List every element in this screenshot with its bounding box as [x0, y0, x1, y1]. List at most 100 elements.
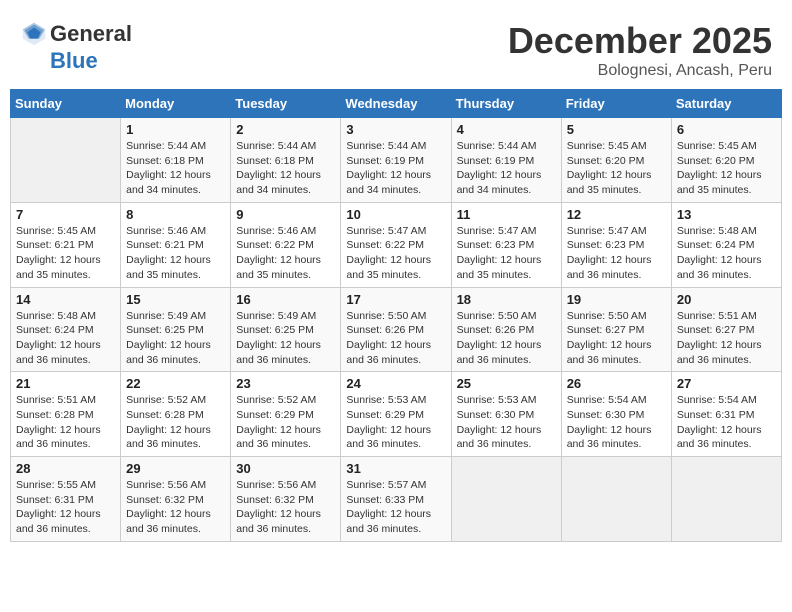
day-info: Sunrise: 5:55 AM Sunset: 6:31 PM Dayligh…: [16, 478, 115, 537]
day-info: Sunrise: 5:48 AM Sunset: 6:24 PM Dayligh…: [16, 309, 115, 368]
calendar-cell: 31 Sunrise: 5:57 AM Sunset: 6:33 PM Dayli…: [341, 457, 451, 542]
calendar-week-row: 21Sunrise: 5:51 AM Sunset: 6:28 PM Dayli…: [11, 372, 782, 457]
day-info: Sunrise: 5:51 AM Sunset: 6:28 PM Dayligh…: [16, 393, 115, 452]
day-number: 13: [677, 207, 776, 222]
day-info: Sunrise: 5:54 AM Sunset: 6:31 PM Dayligh…: [677, 393, 776, 452]
calendar-cell: [561, 457, 671, 542]
calendar-week-row: 14 Sunrise: 5:48 AM Sunset: 6:24 PM Dayli…: [11, 287, 782, 372]
calendar-week-row: 28Sunrise: 5:55 AM Sunset: 6:31 PM Dayli…: [11, 457, 782, 542]
day-info: Sunrise: 5:48 AM Sunset: 6:24 PM Dayligh…: [677, 224, 776, 283]
calendar-cell: 24Sunrise: 5:53 AM Sunset: 6:29 PM Dayli…: [341, 372, 451, 457]
calendar-cell: 12 Sunrise: 5:47 AM Sunset: 6:23 PM Dayli…: [561, 202, 671, 287]
day-number: 19: [567, 292, 666, 307]
day-number: 24: [346, 376, 445, 391]
day-number: 10: [346, 207, 445, 222]
day-info: Sunrise: 5:49 AM Sunset: 6:25 PM Dayligh…: [126, 309, 225, 368]
calendar-cell: 3Sunrise: 5:44 AM Sunset: 6:19 PM Daylig…: [341, 118, 451, 203]
calendar-cell: 13 Sunrise: 5:48 AM Sunset: 6:24 PM Dayli…: [671, 202, 781, 287]
calendar-cell: 28Sunrise: 5:55 AM Sunset: 6:31 PM Dayli…: [11, 457, 121, 542]
calendar-cell: 8 Sunrise: 5:46 AM Sunset: 6:21 PM Daylig…: [121, 202, 231, 287]
day-number: 27: [677, 376, 776, 391]
day-number: 8: [126, 207, 225, 222]
calendar-cell: [11, 118, 121, 203]
day-number: 15: [126, 292, 225, 307]
day-info: Sunrise: 5:47 AM Sunset: 6:22 PM Dayligh…: [346, 224, 445, 283]
calendar-cell: [451, 457, 561, 542]
title-block: December 2025 Bolognesi, Ancash, Peru: [508, 20, 772, 80]
day-info: Sunrise: 5:50 AM Sunset: 6:26 PM Dayligh…: [346, 309, 445, 368]
day-number: 18: [457, 292, 556, 307]
day-number: 20: [677, 292, 776, 307]
calendar-week-row: 1 Sunrise: 5:44 AM Sunset: 6:18 PM Daylig…: [11, 118, 782, 203]
calendar-cell: 16Sunrise: 5:49 AM Sunset: 6:25 PM Dayli…: [231, 287, 341, 372]
weekday-header-friday: Friday: [561, 90, 671, 118]
calendar-cell: 2Sunrise: 5:44 AM Sunset: 6:18 PM Daylig…: [231, 118, 341, 203]
day-info: Sunrise: 5:49 AM Sunset: 6:25 PM Dayligh…: [236, 309, 335, 368]
day-number: 12: [567, 207, 666, 222]
calendar-cell: 9Sunrise: 5:46 AM Sunset: 6:22 PM Daylig…: [231, 202, 341, 287]
day-info: Sunrise: 5:56 AM Sunset: 6:32 PM Dayligh…: [126, 478, 225, 537]
weekday-header-tuesday: Tuesday: [231, 90, 341, 118]
day-info: Sunrise: 5:47 AM Sunset: 6:23 PM Dayligh…: [457, 224, 556, 283]
logo-text-general: General: [50, 21, 132, 47]
calendar-cell: 21Sunrise: 5:51 AM Sunset: 6:28 PM Dayli…: [11, 372, 121, 457]
calendar-cell: 27 Sunrise: 5:54 AM Sunset: 6:31 PM Dayli…: [671, 372, 781, 457]
day-number: 14: [16, 292, 115, 307]
day-number: 22: [126, 376, 225, 391]
day-info: Sunrise: 5:54 AM Sunset: 6:30 PM Dayligh…: [567, 393, 666, 452]
weekday-header-wednesday: Wednesday: [341, 90, 451, 118]
day-info: Sunrise: 5:53 AM Sunset: 6:30 PM Dayligh…: [457, 393, 556, 452]
calendar-cell: 5Sunrise: 5:45 AM Sunset: 6:20 PM Daylig…: [561, 118, 671, 203]
calendar-cell: 26 Sunrise: 5:54 AM Sunset: 6:30 PM Dayli…: [561, 372, 671, 457]
day-number: 26: [567, 376, 666, 391]
day-number: 11: [457, 207, 556, 222]
day-number: 23: [236, 376, 335, 391]
day-number: 6: [677, 122, 776, 137]
calendar-table: SundayMondayTuesdayWednesdayThursdayFrid…: [10, 89, 782, 542]
day-info: Sunrise: 5:56 AM Sunset: 6:32 PM Dayligh…: [236, 478, 335, 537]
calendar-cell: 11 Sunrise: 5:47 AM Sunset: 6:23 PM Dayli…: [451, 202, 561, 287]
logo: General Blue: [20, 20, 132, 74]
day-number: 2: [236, 122, 335, 137]
calendar-cell: 17 Sunrise: 5:50 AM Sunset: 6:26 PM Dayli…: [341, 287, 451, 372]
day-number: 3: [346, 122, 445, 137]
day-info: Sunrise: 5:52 AM Sunset: 6:28 PM Dayligh…: [126, 393, 225, 452]
calendar-cell: 25Sunrise: 5:53 AM Sunset: 6:30 PM Dayli…: [451, 372, 561, 457]
location-subtitle: Bolognesi, Ancash, Peru: [508, 62, 772, 80]
calendar-cell: 14 Sunrise: 5:48 AM Sunset: 6:24 PM Dayli…: [11, 287, 121, 372]
calendar-cell: 23 Sunrise: 5:52 AM Sunset: 6:29 PM Dayli…: [231, 372, 341, 457]
day-number: 17: [346, 292, 445, 307]
day-info: Sunrise: 5:44 AM Sunset: 6:19 PM Dayligh…: [457, 139, 556, 198]
calendar-cell: 4Sunrise: 5:44 AM Sunset: 6:19 PM Daylig…: [451, 118, 561, 203]
month-title: December 2025: [508, 20, 772, 62]
page-header: General Blue December 2025 Bolognesi, An…: [10, 10, 782, 85]
day-info: Sunrise: 5:45 AM Sunset: 6:20 PM Dayligh…: [677, 139, 776, 198]
calendar-cell: 22 Sunrise: 5:52 AM Sunset: 6:28 PM Dayli…: [121, 372, 231, 457]
calendar-cell: 7 Sunrise: 5:45 AM Sunset: 6:21 PM Daylig…: [11, 202, 121, 287]
day-info: Sunrise: 5:50 AM Sunset: 6:26 PM Dayligh…: [457, 309, 556, 368]
day-info: Sunrise: 5:52 AM Sunset: 6:29 PM Dayligh…: [236, 393, 335, 452]
day-number: 31: [346, 461, 445, 476]
day-number: 30: [236, 461, 335, 476]
calendar-week-row: 7 Sunrise: 5:45 AM Sunset: 6:21 PM Daylig…: [11, 202, 782, 287]
logo-icon: [20, 20, 48, 48]
day-info: Sunrise: 5:46 AM Sunset: 6:21 PM Dayligh…: [126, 224, 225, 283]
weekday-header-sunday: Sunday: [11, 90, 121, 118]
calendar-cell: 15 Sunrise: 5:49 AM Sunset: 6:25 PM Dayli…: [121, 287, 231, 372]
weekday-header-thursday: Thursday: [451, 90, 561, 118]
day-number: 29: [126, 461, 225, 476]
day-info: Sunrise: 5:47 AM Sunset: 6:23 PM Dayligh…: [567, 224, 666, 283]
logo-text-blue: Blue: [50, 48, 98, 74]
day-info: Sunrise: 5:44 AM Sunset: 6:18 PM Dayligh…: [126, 139, 225, 198]
day-info: Sunrise: 5:50 AM Sunset: 6:27 PM Dayligh…: [567, 309, 666, 368]
weekday-header-monday: Monday: [121, 90, 231, 118]
day-number: 9: [236, 207, 335, 222]
calendar-cell: 20Sunrise: 5:51 AM Sunset: 6:27 PM Dayli…: [671, 287, 781, 372]
day-number: 1: [126, 122, 225, 137]
calendar-cell: 29 Sunrise: 5:56 AM Sunset: 6:32 PM Dayli…: [121, 457, 231, 542]
day-info: Sunrise: 5:45 AM Sunset: 6:21 PM Dayligh…: [16, 224, 115, 283]
day-info: Sunrise: 5:57 AM Sunset: 6:33 PM Dayligh…: [346, 478, 445, 537]
weekday-header-saturday: Saturday: [671, 90, 781, 118]
calendar-cell: 1 Sunrise: 5:44 AM Sunset: 6:18 PM Daylig…: [121, 118, 231, 203]
day-number: 7: [16, 207, 115, 222]
